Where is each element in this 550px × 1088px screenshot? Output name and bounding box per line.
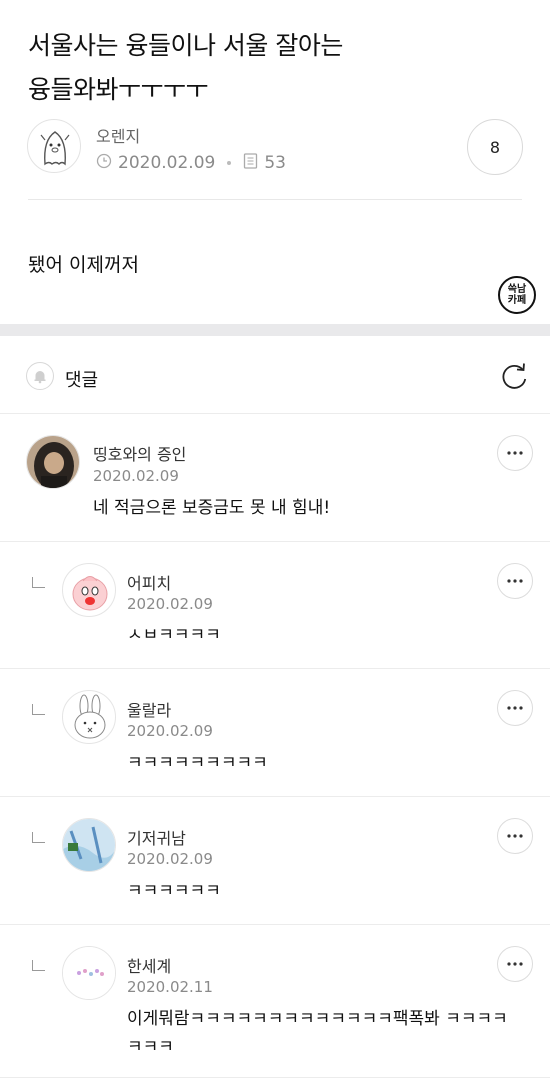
reply-arrow-icon	[32, 577, 45, 588]
commenter-name[interactable]: 기저귀남	[127, 825, 186, 849]
post-date: 2020.02.09	[118, 153, 216, 173]
refresh-button[interactable]	[498, 361, 530, 393]
comment-date: 2020.02.09	[127, 595, 213, 613]
post-title: 서울사는 융들이나 서울 잘아는 융들와봐ㅜㅜㅜㅜ	[28, 31, 343, 104]
ghost-avatar-icon	[40, 131, 70, 166]
reply-item: 한세계 2020.02.11 이게뭐람ㅋㅋㅋㅋㅋㅋㅋㅋㅋㅋㅋㅋㅋ팩폭봐 ㅋㅋㅋㅋ…	[0, 925, 550, 1078]
reply-arrow-icon	[32, 704, 45, 715]
comment-date: 2020.02.09	[127, 722, 213, 740]
notification-bell-button[interactable]	[26, 362, 54, 390]
more-options-button[interactable]	[497, 690, 533, 726]
commenter-avatar[interactable]	[26, 435, 80, 489]
more-options-button[interactable]	[497, 435, 533, 471]
comment-text: ㅋㅋㅋㅋㅋㅋㅋㅋㅋ	[127, 753, 268, 773]
reply-item: 기저귀남 2020.02.09 ㅋㅋㅋㅋㅋㅋ	[0, 797, 550, 925]
reply-item: 울랄라 2020.02.09 ㅋㅋㅋㅋㅋㅋㅋㅋㅋ	[0, 669, 550, 797]
document-icon	[243, 152, 258, 174]
comments-header: 댓글	[0, 336, 550, 414]
more-dots-icon	[507, 451, 523, 455]
more-dots-icon	[507, 579, 523, 583]
more-options-button[interactable]	[497, 946, 533, 982]
more-options-button[interactable]	[497, 563, 533, 599]
commenter-avatar[interactable]	[62, 690, 116, 744]
comment-text: ㅅㅂㅋㅋㅋㅋ	[127, 625, 221, 645]
reply-item: 어피치 2020.02.09 ㅅㅂㅋㅋㅋㅋ	[0, 542, 550, 669]
author-avatar[interactable]	[27, 119, 81, 173]
more-dots-icon	[507, 962, 523, 966]
comment-count-button[interactable]: 8	[467, 119, 523, 175]
refresh-icon	[502, 363, 527, 389]
reply-arrow-icon	[32, 960, 45, 971]
section-divider-band	[0, 324, 550, 336]
sticker-avatar-icon	[63, 947, 115, 999]
reply-arrow-icon	[32, 832, 45, 843]
view-count: 53	[264, 153, 286, 173]
author-name[interactable]: 오렌지	[96, 123, 140, 147]
clock-icon	[96, 153, 112, 174]
cafe-badge[interactable]: 쓱남 카페	[498, 276, 536, 314]
more-options-button[interactable]	[497, 818, 533, 854]
more-dots-icon	[507, 706, 523, 710]
commenter-avatar[interactable]	[62, 946, 116, 1000]
map-photo-icon	[63, 819, 115, 871]
comment-date: 2020.02.09	[93, 467, 179, 485]
comment-date: 2020.02.11	[127, 978, 213, 996]
commenter-name[interactable]: 띵호와의 증인	[93, 441, 186, 465]
more-dots-icon	[507, 834, 523, 838]
post-header: 서울사는 융들이나 서울 잘아는 융들와봐ㅜㅜㅜㅜ 오렌지 2020.02.09…	[0, 0, 550, 230]
commenter-name[interactable]: 어피치	[127, 570, 171, 594]
comments-title: 댓글	[65, 370, 99, 391]
cafe-badge-line1: 쓱남	[507, 284, 527, 295]
header-divider	[28, 199, 522, 200]
comment-date: 2020.02.09	[127, 850, 213, 868]
peach-character-icon	[72, 576, 108, 611]
meta-separator	[227, 161, 232, 165]
cafe-badge-line2: 카페	[507, 295, 527, 306]
comment-text: 이게뭐람ㅋㅋㅋㅋㅋㅋㅋㅋㅋㅋㅋㅋㅋ팩폭봐 ㅋㅋㅋㅋㅋㅋㅋ	[127, 1009, 508, 1057]
commenter-name[interactable]: 한세계	[127, 953, 171, 977]
commenter-avatar[interactable]	[62, 818, 116, 872]
comment-text: ㅋㅋㅋㅋㅋㅋ	[127, 881, 221, 901]
commenter-avatar[interactable]	[62, 563, 116, 617]
commenter-name[interactable]: 울랄라	[127, 697, 171, 721]
post-body: 됐어 이제꺼저	[28, 254, 139, 276]
comment-text: 네 적금으론 보증금도 못 내 힘내!	[93, 498, 331, 518]
photo-avatar-icon	[27, 436, 79, 488]
post-meta: 2020.02.09 53	[96, 152, 286, 174]
comment-item: 띵호와의 증인 2020.02.09 네 적금으론 보증금도 못 내 힘내!	[0, 414, 550, 542]
bell-icon	[34, 371, 46, 384]
rabbit-character-icon	[74, 694, 106, 739]
